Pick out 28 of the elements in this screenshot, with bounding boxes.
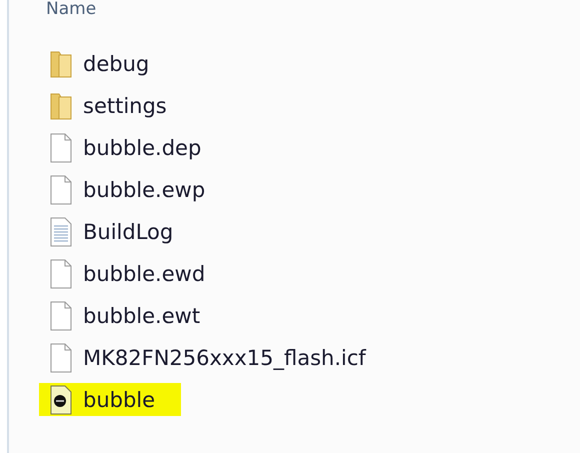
name-column-header[interactable]: Name xyxy=(9,0,96,18)
file-name: bubble.dep xyxy=(83,136,202,160)
file-name: bubble.ewt xyxy=(83,304,200,328)
file-name: MK82FN256xxx15_flash.icf xyxy=(83,346,366,370)
file-item[interactable]: bubble.dep xyxy=(39,131,228,164)
file-item[interactable]: bubble.ewt xyxy=(39,299,226,332)
file-item[interactable]: bubble xyxy=(39,383,182,416)
file-name: settings xyxy=(83,94,167,118)
file-icon xyxy=(49,342,73,372)
folder-icon xyxy=(49,48,73,78)
file-icon xyxy=(49,132,73,162)
file-icon xyxy=(49,174,73,204)
file-icon xyxy=(49,258,73,288)
file-item[interactable]: settings xyxy=(39,89,193,122)
file-name: bubble.ewp xyxy=(83,178,206,202)
file-item[interactable]: bubble.ewp xyxy=(39,173,232,206)
file-name: debug xyxy=(83,52,150,76)
file-item[interactable]: bubble.ewd xyxy=(39,257,232,290)
file-name: bubble.ewd xyxy=(83,262,206,286)
file-item[interactable]: debug xyxy=(39,47,176,80)
file-name: BuildLog xyxy=(83,220,174,244)
file-item[interactable]: BuildLog xyxy=(39,215,200,248)
folder-icon xyxy=(49,90,73,120)
application-file-icon xyxy=(49,384,73,414)
file-icon xyxy=(49,300,73,330)
file-item[interactable]: MK82FN256xxx15_flash.icf xyxy=(39,341,392,374)
text-file-icon xyxy=(49,216,73,246)
file-name: bubble xyxy=(83,388,156,412)
